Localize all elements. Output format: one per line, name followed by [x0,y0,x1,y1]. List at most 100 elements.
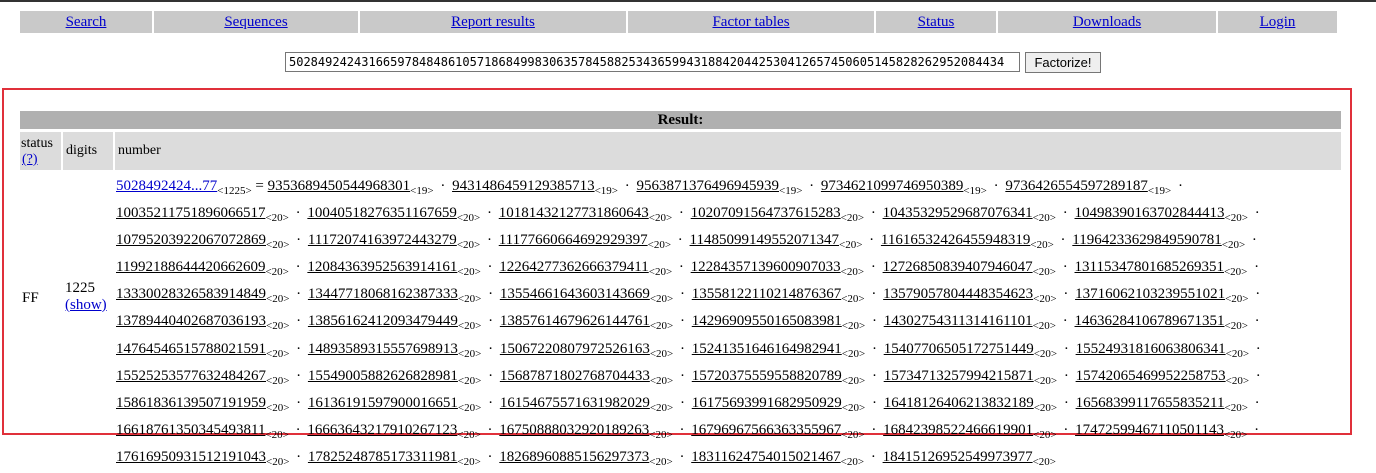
factor-link[interactable]: 16136191597900016651 [308,395,458,411]
factor-link[interactable]: 15861836139507191959 [116,395,266,411]
status-value: FF [22,290,39,306]
factor-digit-count: <20> [649,347,674,360]
factor-digit-count: <20> [1032,212,1057,225]
factor-digit-count: <20> [841,374,866,387]
factor-digit-count: <20> [265,266,289,279]
factor-link[interactable]: 14296909550165083981 [692,313,842,329]
factor-link[interactable]: 13789440402687036193 [116,313,266,329]
factor-link[interactable]: 13115347801685269351 [1075,259,1224,275]
factor-link[interactable]: 13856162412093479449 [308,313,458,329]
factor-link[interactable]: 14764546515788021591 [116,341,266,357]
factor-link[interactable]: 11177660664692929397 [499,232,648,248]
factor-link[interactable]: 15742065469952258753 [1076,368,1226,384]
factor-link[interactable]: 11616532426455948319 [881,232,1030,248]
factor-link[interactable]: 13558122110214876367 [692,286,841,302]
factor-link[interactable]: 13857614679626144761 [500,313,650,329]
factor-link[interactable]: 11964233629849590781 [1072,232,1221,248]
factor-link[interactable]: 15734713257994215871 [884,368,1034,384]
factor-link[interactable]: 15549005882626828981 [308,368,458,384]
show-digits-link[interactable]: (show) [65,297,107,314]
factor-link[interactable]: 13716062103239551021 [1075,286,1225,302]
factor-link[interactable]: 16618761350345493811 [116,422,265,438]
factor-link[interactable]: 18311624754015021467 [691,449,840,465]
factor-link[interactable]: 18268960885156297373 [499,449,649,465]
factor-link[interactable]: 16418126406213832189 [884,395,1034,411]
status-help-link[interactable]: (?) [22,152,38,168]
factor-link[interactable]: 12264277362666379411 [499,259,648,275]
factor-digit-count: <20> [649,293,674,306]
separator-dot: · [1255,340,1261,357]
separator-dot: · [1063,421,1069,438]
factor-link[interactable]: 11485099149552071347 [690,232,839,248]
factor-link[interactable]: 15407706505172751449 [884,341,1034,357]
factor-digit-count: <20> [1225,347,1250,360]
separator-dot: · [678,259,684,276]
factor-link[interactable]: 16796967566363355967 [691,422,841,438]
separator-dot: · [1063,340,1069,357]
factor-link[interactable]: 16568399117655835211 [1076,395,1225,411]
nav-report-results[interactable]: Report results [360,11,626,33]
factor-link[interactable]: 10795203922067072869 [116,232,266,248]
factor-link[interactable]: 10207091564737615283 [691,205,841,221]
factor-link[interactable]: 16175693991682950929 [692,395,842,411]
factor-link[interactable]: 11172074163972443279 [308,232,457,248]
separator-dot: · [870,259,876,276]
factor-link[interactable]: 9431486459129385713 [452,178,595,194]
nav-search[interactable]: Search [20,11,152,33]
factor-digit-count: <20> [1033,347,1058,360]
factor-link[interactable]: 10435329529687076341 [883,205,1033,221]
number-input[interactable] [285,52,1020,72]
factor-link[interactable]: 11992188644420662609 [116,259,265,275]
factor-link[interactable]: 13330028326583914849 [116,286,266,302]
factor-link[interactable]: 13579057804448354623 [883,286,1033,302]
factor-link[interactable]: 14893589315557698913 [308,341,458,357]
factor-link[interactable]: 17825248785173311981 [308,449,457,465]
separator-dot: · [871,367,877,384]
factor-link[interactable]: 15524931816063806341 [1076,341,1226,357]
factor-digit-count: <20> [1030,239,1054,252]
nav-status[interactable]: Status [876,11,996,33]
factor-link[interactable]: 15720375559558820789 [692,368,842,384]
factor-link[interactable]: 9353689450544968301 [268,178,411,194]
factor-link[interactable]: 10035211751896066517 [116,205,265,221]
factor-link[interactable]: 15525253577632484267 [116,368,266,384]
factor-link[interactable]: 16154675571631982029 [500,395,650,411]
factor-link[interactable]: 10498390163702844413 [1075,205,1225,221]
factorize-button[interactable]: Factorize! [1025,52,1101,73]
factor-link[interactable]: 15687871802768704433 [500,368,650,384]
factor-link[interactable]: 16663643217910267123 [307,422,457,438]
factor-link[interactable]: 12084363952563914161 [307,259,457,275]
factor-link[interactable]: 10040518276351167659 [307,205,456,221]
number-link[interactable]: 5028492424...77 [116,178,217,194]
factor-link[interactable]: 9734621099746950389 [821,178,964,194]
factor-link[interactable]: 9563871376496945939 [636,178,779,194]
nav-downloads[interactable]: Downloads [998,11,1216,33]
factor-digit-count: <19> [594,185,618,197]
factor-digit-count: <20> [841,320,866,333]
factor-link[interactable]: 14636284106789671351 [1075,313,1225,329]
separator-dot: · [1251,232,1257,249]
factor-link[interactable]: 16842398522466619901 [883,422,1033,438]
factor-link[interactable]: 15241351646164982941 [692,341,842,357]
factor-link[interactable]: 13554661643603143669 [500,286,650,302]
factor-link[interactable]: 12726850839407946047 [883,259,1033,275]
factor-link[interactable]: 18415126952549973977 [883,449,1033,465]
factor-link[interactable]: 17616950931512191043 [116,449,266,465]
factor-link[interactable]: 13447718068162387333 [308,286,458,302]
factor-link[interactable]: 17472599467110501143 [1075,422,1224,438]
factor-link[interactable]: 14302754311314161101 [884,313,1033,329]
nav-login[interactable]: Login [1218,11,1337,33]
factor-digit-count: <19> [1147,185,1172,197]
nav-factor-tables[interactable]: Factor tables [628,11,874,33]
nav-sequences[interactable]: Sequences [154,11,358,33]
factor-link[interactable]: 9736426554597289187 [1005,178,1148,194]
factor-digit-count: <19> [410,185,434,197]
factor-digit-count: <20> [457,320,482,333]
factor-link[interactable]: 15067220807972526163 [500,341,650,357]
factor-link[interactable]: 12284357139600907033 [691,259,841,275]
factor-link[interactable]: 16750888032920189263 [499,422,649,438]
separator-dot: · [488,367,494,384]
factor-digit-count: <20> [265,212,289,225]
factor-digit-count: <20> [456,212,481,225]
factor-link[interactable]: 10181432127731860643 [499,205,649,221]
